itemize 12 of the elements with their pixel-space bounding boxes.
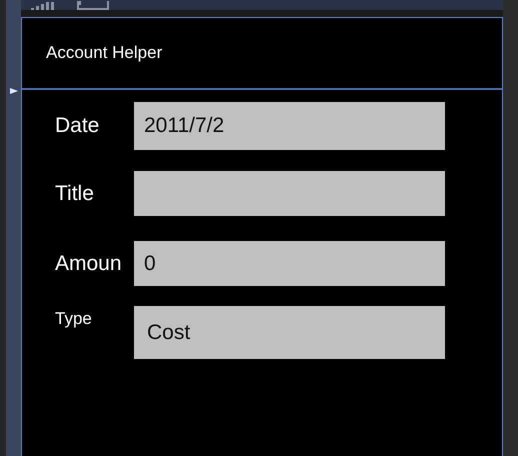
field-label: Amoun [54, 250, 123, 277]
signal-icon [31, 2, 55, 10]
field-label: Date [54, 113, 100, 140]
input-field[interactable]: 0 [134, 241, 445, 286]
type-select[interactable]: Cost [134, 306, 445, 359]
app-title: Account Helper [46, 42, 162, 64]
marker-icon [10, 88, 18, 94]
battery-icon [77, 1, 109, 10]
field-label: Title [54, 180, 95, 207]
input-field[interactable]: 2011/7/2 [134, 102, 445, 150]
field-label: Type [54, 308, 93, 330]
input-field[interactable] [134, 171, 445, 216]
